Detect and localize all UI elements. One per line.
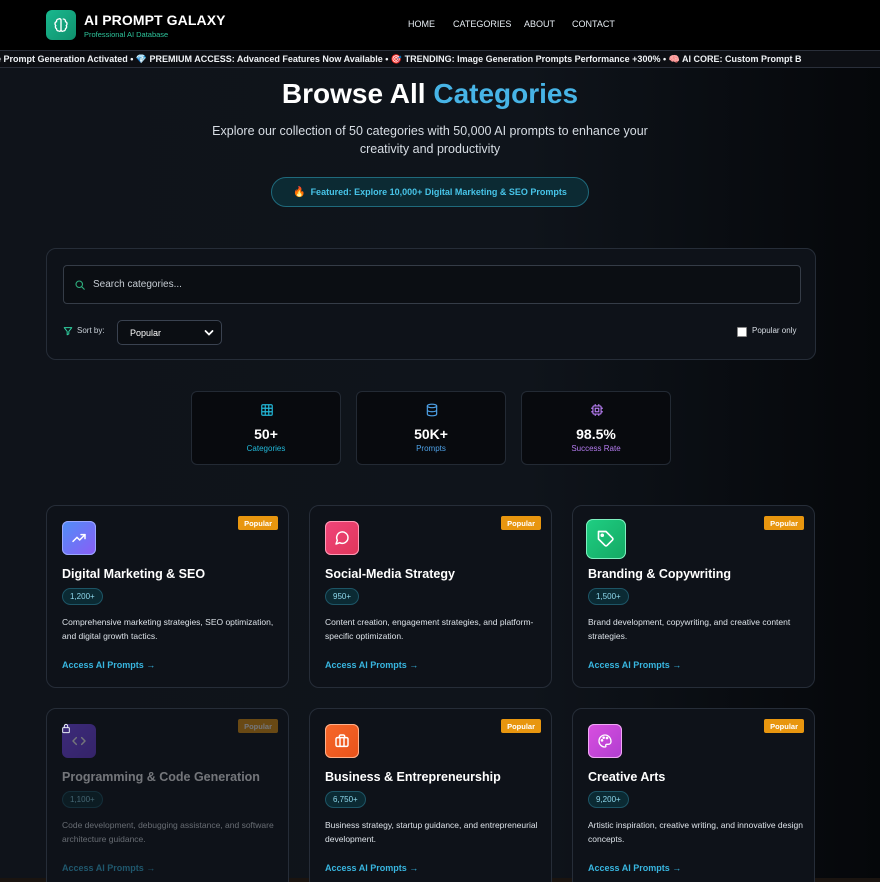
card-description: Artistic inspiration, creative writing, … bbox=[588, 820, 803, 844]
sort-value: Popular bbox=[130, 327, 162, 338]
nav-contact[interactable]: CONTACT bbox=[572, 19, 615, 29]
card-title: Creative Arts bbox=[588, 770, 666, 784]
database-icon bbox=[426, 403, 438, 417]
stat-card-prompts: 50K+ Prompts bbox=[356, 391, 506, 465]
fire-icon: 🔥 bbox=[293, 186, 306, 198]
card-description: Business strategy, startup guidance, and… bbox=[325, 820, 538, 844]
access-prompts-link[interactable]: Access AI Prompts → bbox=[325, 660, 418, 670]
card-title: Social-Media Strategy bbox=[325, 567, 455, 581]
popular-only-label[interactable]: Popular only bbox=[752, 326, 796, 335]
category-card-digital-marketing[interactable]: Popular Digital Marketing & SEO 1,200+ C… bbox=[46, 505, 289, 688]
grid-icon bbox=[261, 404, 273, 416]
message-icon bbox=[325, 521, 359, 555]
tag-icon bbox=[586, 519, 626, 559]
stat-value: 50K+ bbox=[414, 426, 448, 442]
card-title: Programming & Code Generation bbox=[62, 770, 260, 784]
popular-badge: Popular bbox=[764, 516, 804, 530]
popular-badge: Popular bbox=[238, 516, 278, 530]
brand-title[interactable]: AI PROMPT GALAXY bbox=[84, 12, 226, 28]
news-ticker: e Prompt Generation Activated • 💎 PREMIU… bbox=[0, 50, 880, 68]
card-description: Code development, debugging assistance, … bbox=[62, 820, 274, 844]
briefcase-icon bbox=[325, 724, 359, 758]
sort-select[interactable]: Popular bbox=[117, 320, 222, 345]
search-icon bbox=[75, 280, 85, 290]
category-card-branding[interactable]: Popular Branding & Copywriting 1,500+ Br… bbox=[572, 505, 815, 688]
site-header: AI PROMPT GALAXY Professional AI Databas… bbox=[0, 0, 880, 50]
cpu-icon bbox=[591, 404, 603, 416]
access-prompts-link[interactable]: Access AI Prompts → bbox=[325, 863, 418, 873]
prompt-count-badge: 1,500+ bbox=[588, 588, 629, 605]
ticker-text: e Prompt Generation Activated • 💎 PREMIU… bbox=[0, 54, 802, 64]
search-panel: Sort by: Popular Popular only bbox=[46, 248, 816, 360]
access-prompts-link[interactable]: Access AI Prompts → bbox=[588, 863, 681, 873]
prompt-count-badge: 950+ bbox=[325, 588, 360, 605]
stat-label: Categories bbox=[246, 444, 286, 453]
category-card-programming[interactable]: Popular Programming & Code Generation 1,… bbox=[46, 708, 289, 882]
card-description: Content creation, engagement strategies,… bbox=[325, 617, 534, 641]
card-title: Branding & Copywriting bbox=[588, 567, 732, 581]
category-card-business[interactable]: Popular Business & Entrepreneurship 6,75… bbox=[309, 708, 552, 882]
lock-icon bbox=[62, 723, 70, 734]
stat-card-categories: 50+ Categories bbox=[191, 391, 341, 465]
chevron-down-icon bbox=[204, 330, 214, 336]
page-title-accent: Categories bbox=[433, 78, 579, 109]
stat-value: 98.5% bbox=[576, 426, 616, 442]
palette-icon bbox=[588, 724, 622, 758]
stat-label: Prompts bbox=[416, 444, 446, 453]
nav-about[interactable]: ABOUT bbox=[524, 19, 555, 29]
page-description: Explore our collection of 50 categories … bbox=[212, 124, 648, 156]
access-prompts-link[interactable]: Access AI Prompts → bbox=[62, 863, 155, 873]
popular-badge: Popular bbox=[238, 719, 278, 733]
sort-label: Sort by: bbox=[77, 326, 105, 335]
search-box bbox=[63, 265, 801, 304]
card-title: Digital Marketing & SEO bbox=[62, 567, 206, 581]
popular-badge: Popular bbox=[764, 719, 804, 733]
nav-home[interactable]: HOME bbox=[408, 19, 435, 29]
category-card-social-media[interactable]: Popular Social-Media Strategy 950+ Conte… bbox=[309, 505, 552, 688]
access-prompts-link[interactable]: Access AI Prompts → bbox=[588, 660, 681, 670]
prompt-count-badge: 1,100+ bbox=[62, 791, 103, 808]
popular-only-checkbox[interactable] bbox=[737, 327, 747, 337]
stat-label: Success Rate bbox=[571, 444, 621, 453]
category-card-creative-arts[interactable]: Popular Creative Arts 9,200+ Artistic in… bbox=[572, 708, 815, 882]
card-description: Brand development, copywriting, and crea… bbox=[588, 617, 791, 641]
stat-value: 50+ bbox=[254, 426, 278, 442]
prompt-count-badge: 9,200+ bbox=[588, 791, 629, 808]
search-input[interactable] bbox=[93, 266, 793, 303]
brand-subtitle: Professional AI Database bbox=[84, 30, 169, 39]
access-prompts-link[interactable]: Access AI Prompts → bbox=[62, 660, 155, 670]
trending-up-icon bbox=[62, 521, 96, 555]
prompt-count-badge: 1,200+ bbox=[62, 588, 103, 605]
popular-badge: Popular bbox=[501, 719, 541, 733]
page-title-main: Browse All bbox=[281, 78, 434, 109]
card-title: Business & Entrepreneurship bbox=[325, 770, 501, 784]
prompt-count-badge: 6,750+ bbox=[325, 791, 366, 808]
featured-banner[interactable]: 🔥 Featured: Explore 10,000+ Digital Mark… bbox=[271, 177, 589, 207]
brain-logo-icon[interactable] bbox=[46, 10, 76, 40]
featured-text: Featured: Explore 10,000+ Digital Market… bbox=[310, 187, 567, 197]
card-description: Comprehensive marketing strategies, SEO … bbox=[62, 617, 274, 641]
filter-icon bbox=[63, 327, 73, 336]
popular-badge: Popular bbox=[501, 516, 541, 530]
page-title: Browse All Categories bbox=[0, 78, 860, 110]
stat-card-success-rate: 98.5% Success Rate bbox=[521, 391, 671, 465]
nav-categories[interactable]: CATEGORIES bbox=[453, 19, 511, 29]
